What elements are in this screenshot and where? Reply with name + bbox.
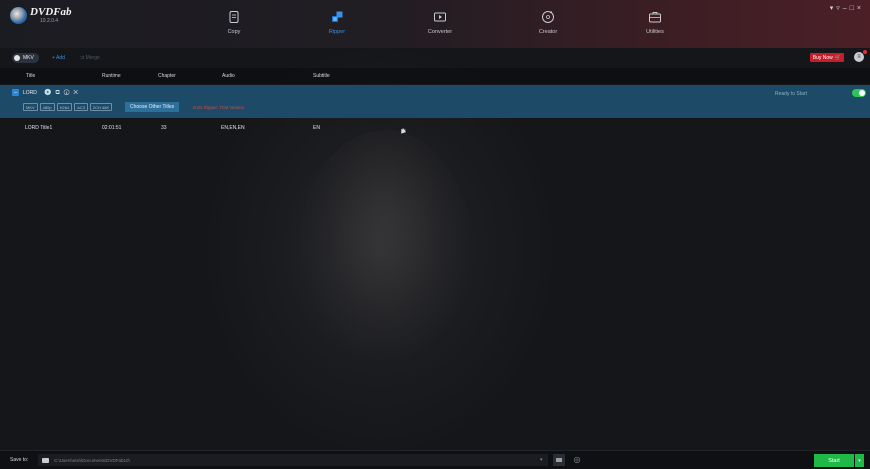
cart-icon: 🛒 — [834, 54, 841, 61]
tab-utilities-label: Utilities — [646, 29, 664, 35]
disc-icon: ◎ — [573, 455, 581, 464]
source-icons: 💿⧉ⓘ✕ — [44, 89, 82, 97]
tag-format: MKV — [23, 103, 38, 111]
col-audio: Audio — [222, 73, 235, 79]
buy-now-button[interactable]: Buy Now 🛒 — [809, 53, 844, 62]
col-chapter: Chapter — [158, 73, 176, 79]
menu-icon: ≡ — [857, 54, 861, 60]
tab-creator-label: Creator — [538, 29, 558, 35]
choose-other-titles-button[interactable]: Choose Other Titles — [125, 102, 180, 112]
settings-icon[interactable]: ✱ — [400, 129, 407, 136]
copy-source-icon[interactable]: ⧉ — [55, 90, 63, 96]
profile-icon — [14, 55, 20, 61]
remove-icon[interactable]: ✕ — [73, 90, 82, 96]
tab-copy[interactable]: Copy — [204, 10, 264, 35]
merge-button[interactable]: ⇉ Merge — [80, 55, 100, 61]
tab-creator[interactable]: Creator — [518, 10, 578, 35]
creator-icon — [542, 11, 554, 23]
app-logo: DVDFab 10.2.0.4 — [10, 7, 72, 24]
table-row[interactable]: LORD Title1 02:01:51 33 EN,EN,EN EN ▶ ⋖ … — [0, 120, 870, 136]
tag-audio-channels: 2CH 48K — [89, 103, 113, 111]
folder-icon — [42, 457, 49, 463]
title-name: LORD Title1 — [25, 125, 53, 131]
toolbar: MKV + Add ⇉ Merge — [0, 48, 870, 68]
add-button[interactable]: + Add — [52, 55, 65, 61]
utilities-icon — [649, 12, 661, 23]
buy-now-label: Buy Now — [812, 54, 833, 61]
iso-button[interactable]: ◎ — [571, 454, 583, 466]
minimize-button[interactable]: – — [843, 5, 850, 12]
save-to-label: Save to: — [10, 457, 29, 463]
main-menu-button[interactable]: ≡ — [854, 52, 864, 62]
app-name: DVDFab — [30, 6, 72, 18]
output-tags: MKV 480p H264 AC3 2CH 48K — [23, 103, 114, 111]
dvdfab-logo-icon — [10, 7, 27, 24]
start-button[interactable]: Start — [814, 454, 854, 467]
app-version: 10.2.0.4 — [40, 18, 59, 24]
browse-folder-button[interactable] — [553, 454, 565, 466]
tab-utilities[interactable]: Utilities — [625, 10, 685, 35]
converter-icon — [434, 12, 446, 22]
maximize-button[interactable]: □ — [850, 5, 857, 12]
add-label: Add — [56, 55, 65, 61]
title-runtime: 02:01:51 — [102, 125, 122, 131]
chevron-down-icon: ▾ — [858, 457, 861, 464]
trial-version-note: DVD Ripper: Trial Version — [193, 105, 245, 110]
ripper-icon — [332, 11, 343, 22]
window-controls[interactable]: ▾▿–□× — [830, 4, 864, 12]
tab-ripper[interactable]: Ripper — [307, 10, 367, 35]
title-subtitle[interactable]: EN — [313, 125, 320, 131]
copy-icon — [229, 11, 239, 23]
source-status: Ready to Start — [775, 91, 807, 97]
merge-label: Merge — [85, 55, 100, 61]
background-poster-figure — [300, 130, 470, 360]
source-item[interactable]: – LORD 💿⧉ⓘ✕ MKV 480p H264 AC3 2CH 48K Ch… — [0, 85, 870, 118]
tag-resolution: 480p — [39, 103, 55, 111]
tag-audio-codec: AC3 — [74, 103, 88, 111]
col-subtitle: Subtitle — [313, 73, 330, 79]
output-path-field[interactable]: C:\Users\nish\Documents\DVDFab10\ — [38, 454, 548, 466]
tab-converter[interactable]: Converter — [410, 10, 470, 35]
info-icon[interactable]: ⓘ — [64, 90, 74, 96]
source-name: LORD — [23, 90, 37, 96]
col-runtime: Runtime — [102, 73, 121, 79]
tab-converter-label: Converter — [427, 29, 453, 35]
output-path: C:\Users\nish\Documents\DVDFab10\ — [54, 457, 130, 463]
tab-ripper-label: Ripper — [328, 29, 346, 35]
notification-badge — [863, 50, 867, 54]
start-dropdown-button[interactable]: ▾ — [855, 454, 864, 467]
title-audio[interactable]: EN,EN,EN — [221, 125, 245, 131]
bottom-bar: Save to: C:\Users\nish\Documents\DVDFab1… — [0, 450, 870, 469]
tab-copy-label: Copy — [227, 29, 241, 35]
column-header: Title Runtime Chapter Audio Subtitle — [0, 68, 870, 84]
dvd-icon: 💿 — [44, 90, 56, 96]
title-bar: DVDFab 10.2.0.4 Copy Ripper Converter Cr… — [0, 0, 870, 48]
tag-codec: H264 — [56, 103, 73, 111]
profile-selector[interactable]: MKV — [12, 53, 39, 63]
source-toggle[interactable] — [852, 89, 866, 97]
profile-label: MKV — [23, 55, 34, 61]
path-dropdown-icon[interactable]: ▾ — [540, 457, 543, 463]
toggle-knob — [859, 90, 865, 96]
source-checkbox[interactable]: – — [12, 89, 19, 96]
title-chapter: 33 — [161, 125, 167, 131]
close-button[interactable]: × — [857, 5, 864, 12]
browse-folder-icon — [556, 458, 562, 462]
col-title: Title — [26, 73, 36, 79]
